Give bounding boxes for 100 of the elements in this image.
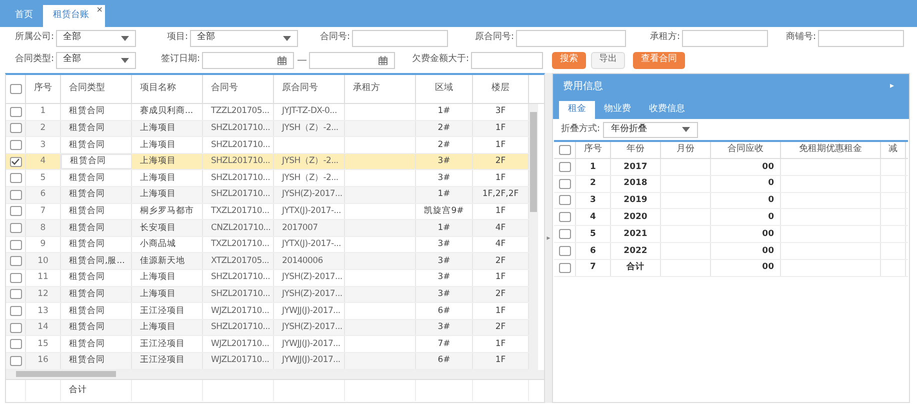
column-header[interactable]: 原合同号 — [274, 75, 345, 103]
checkbox[interactable] — [10, 272, 22, 283]
table-row[interactable]: 13 租赁合同 王江泾项目 WJZL201710... JYWJJ(J)-2017... 6# 1F — [6, 303, 529, 320]
dropdown[interactable]: 全部 — [56, 52, 136, 68]
table-cell: JYSH(Z)-2017... — [282, 188, 342, 202]
table-row[interactable]: 16 租赁合同 王江泾项目 WJZL201710... JYWJJ(J)-2017... 6# 1F — [6, 352, 529, 370]
dropdown[interactable]: 全部 — [190, 30, 298, 46]
checkbox[interactable] — [558, 246, 570, 256]
export-button[interactable]: 导出 — [591, 52, 625, 68]
column-header[interactable]: 合同类型 — [61, 75, 132, 103]
table-row[interactable]: 3 租赁合同 上海项目 SHZL201710... 2# 1F — [6, 137, 529, 154]
tab[interactable]: 租赁台账 × — [43, 5, 105, 27]
checkbox[interactable] — [10, 140, 22, 150]
checkbox[interactable] — [10, 322, 22, 333]
table-row[interactable]: 15 租赁合同 王江泾项目 WJZL201710... JYWJJ(J)-2017... 7# 1F — [6, 336, 529, 353]
column-header[interactable]: 合同应收 — [711, 142, 781, 158]
column-header[interactable]: 序号 — [576, 142, 611, 158]
scrollbar-thumb[interactable] — [530, 112, 537, 212]
checkbox[interactable] — [10, 356, 22, 366]
table-cell: 2 — [590, 177, 596, 190]
column-header[interactable]: 减 — [881, 142, 906, 158]
checkbox[interactable] — [558, 145, 570, 155]
column-header[interactable]: 合同号 — [203, 75, 274, 103]
table-row[interactable]: 12 租赁合同 上海项目 SHZL201710... JYSH(Z)-2017... 3# 2F — [6, 286, 529, 304]
checkbox[interactable] — [10, 306, 22, 316]
checkbox[interactable] — [10, 222, 22, 233]
checkbox[interactable] — [10, 256, 22, 266]
dropdown[interactable]: 年份折叠 — [603, 122, 698, 138]
column-header[interactable]: 楼层 — [473, 75, 529, 103]
column-header[interactable]: 项目名称 — [132, 75, 203, 103]
table-cell: 租赁合同 — [69, 138, 105, 152]
checkbox[interactable] — [558, 162, 570, 172]
checkbox[interactable] — [10, 289, 22, 300]
table-cell: JYSH(Z)-2017... — [282, 321, 342, 334]
table-row[interactable]: 1 租赁合同 赛成贝利商... TZZL201705... JYJT-TZ-DX-0... 1# 3F — [6, 104, 529, 121]
column-header[interactable]: 序号 — [26, 75, 61, 103]
checkbox[interactable] — [10, 84, 22, 94]
calendar-icon[interactable] — [378, 56, 388, 64]
date-field[interactable] — [202, 52, 294, 68]
checkbox[interactable] — [10, 190, 22, 200]
scrollbar-thumb[interactable] — [16, 371, 116, 377]
table-cell: 0 — [768, 210, 774, 224]
table-row[interactable]: 2 租赁合同 上海项目 SHZL201710... JYSH（Z）-2... 2# 1F — [6, 120, 529, 138]
tab[interactable]: 租金 — [559, 101, 595, 119]
table-cell: 2017007 — [282, 222, 318, 234]
table-row[interactable]: 5 租赁合同 上海项目 SHZL201710... JYSH（Z）-2... 3# 1F — [6, 170, 529, 187]
column-header[interactable]: 年份 — [611, 142, 661, 158]
checked-checkbox[interactable] — [10, 156, 22, 167]
column-header[interactable]: 月份 — [661, 142, 711, 158]
input-field[interactable] — [682, 30, 768, 46]
checkbox[interactable] — [558, 212, 570, 222]
table-cell: 00 — [762, 228, 774, 240]
checkbox[interactable] — [558, 195, 570, 206]
table-cell: 租赁合同,服... — [69, 254, 125, 268]
table-cell: 1 — [40, 105, 46, 118]
table-row[interactable]: 8 租赁合同 长安项目 CNZL201710... 2017007 1# 4F — [6, 220, 529, 237]
input-field[interactable] — [471, 52, 543, 68]
checkbox[interactable] — [10, 206, 22, 216]
table-cell: 5 — [590, 228, 596, 240]
table-row[interactable]: 10 租赁合同,服... 佳源新天地 XTZL201705... 20140006 3# 2F — [6, 253, 529, 270]
table-row[interactable]: 14 租赁合同 上海项目 SHZL201710... JYSH(Z)-2017... 3# 2F — [6, 320, 529, 336]
checkbox[interactable] — [558, 229, 570, 240]
input-field[interactable] — [516, 30, 626, 46]
date-field[interactable] — [309, 52, 395, 68]
table-cell: 4F — [495, 222, 506, 234]
table-cell: SHZL201710... — [211, 172, 270, 185]
checkbox[interactable] — [558, 262, 570, 273]
table-row[interactable]: 6 租赁合同 上海项目 SHZL201710... JYSH(Z)-2017... 1# 1F,2F,2F — [6, 186, 529, 204]
total-label: 合计 — [69, 384, 87, 396]
table-cell: 2018 — [624, 177, 648, 190]
column-header[interactable]: 免租期优惠租金 — [781, 142, 881, 158]
input-field[interactable] — [818, 30, 904, 46]
table-cell: 王江泾项目 — [140, 338, 185, 350]
close-icon[interactable]: × — [96, 6, 103, 14]
caret-icon — [121, 36, 129, 40]
dropdown[interactable]: 全部 — [56, 30, 136, 46]
checkbox[interactable] — [10, 106, 22, 117]
input-field[interactable] — [352, 30, 448, 46]
checkbox[interactable] — [558, 178, 570, 189]
table-cell: 上海项目 — [140, 155, 176, 168]
column-header[interactable]: 承租方 — [345, 75, 416, 103]
checkbox[interactable] — [10, 173, 22, 184]
table-cell: 12 — [38, 288, 48, 301]
calendar-icon[interactable] — [277, 56, 287, 64]
field-label: 项目: — [166, 31, 188, 44]
table-cell: 租赁合同 — [69, 105, 105, 118]
checkbox[interactable] — [10, 240, 22, 250]
table-row[interactable]: 7 租赁合同 桐乡罗马都市 TXZL201710... JYTX(J)-2017-... 凯旋宫9# 1F — [6, 204, 529, 220]
table-cell: 7 — [590, 261, 596, 274]
table-row[interactable]: 9 租赁合同 小商品城 TXZL201710... JYTX(J)-2017-... 3# 4F — [6, 236, 529, 254]
table-cell: 上海项目 — [140, 321, 176, 334]
checkbox[interactable] — [10, 123, 22, 134]
table-cell: 6 — [40, 188, 46, 202]
table-row[interactable]: 11 租赁合同 上海项目 SHZL201710... JYSH(Z)-2017... 3# 1F — [6, 270, 529, 287]
table-row[interactable]: 4 租赁合同 上海项目 SHZL201710... JYSH（Z）-2... 3# 2F — [6, 154, 529, 170]
table-cell: 3# — [438, 155, 450, 168]
table-cell: WJZL201710... — [211, 304, 270, 318]
column-header[interactable]: 区域 — [416, 75, 473, 103]
field-label: 欠费金额大于: — [411, 53, 469, 66]
checkbox[interactable] — [10, 339, 22, 350]
